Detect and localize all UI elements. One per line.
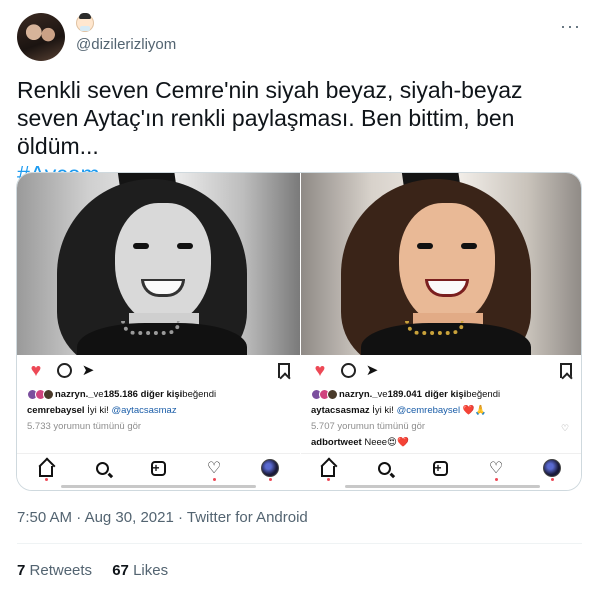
caption-username[interactable]: cemrebaysel xyxy=(27,405,85,416)
tweet-metadata: 7:50 AM · Aug 30, 2021 · Twitter for And… xyxy=(17,509,308,526)
comment-icon[interactable] xyxy=(55,361,73,379)
likes-stat[interactable]: 67 Likes xyxy=(112,562,168,579)
search-icon[interactable] xyxy=(93,459,111,477)
likes-count[interactable]: 185.186 diğer kişi xyxy=(104,389,183,400)
tweet-date[interactable]: Aug 30, 2021 xyxy=(85,509,174,526)
home-icon[interactable] xyxy=(319,459,337,477)
retweets-label: Retweets xyxy=(29,562,93,579)
view-comments-link[interactable]: 5.733 yorumun tümünü gör xyxy=(27,421,141,432)
gesture-bar xyxy=(61,485,256,488)
necklace-shape xyxy=(121,321,181,335)
notification-dot xyxy=(327,478,330,481)
like-heart-icon[interactable]: ♥ xyxy=(27,360,45,380)
likes-count-total: 67 xyxy=(112,562,129,579)
notification-dot xyxy=(495,478,498,481)
send-icon[interactable]: ➤ xyxy=(79,361,97,379)
comment-username[interactable]: adbortweet xyxy=(311,437,362,448)
view-comments-link[interactable]: 5.707 yorumun tümünü gör xyxy=(311,421,425,432)
activity-heart-icon[interactable]: ♡ xyxy=(205,459,223,477)
post-actions: ♥ ➤ xyxy=(301,359,581,383)
notification-dot xyxy=(551,478,554,481)
likes-count[interactable]: 189.041 diğer kişi xyxy=(388,389,467,400)
comment: adbortweet Neee😍❤️ xyxy=(311,437,409,448)
caption-mention[interactable]: @aytacsasmaz xyxy=(112,405,177,416)
comment-text: Neee😍❤️ xyxy=(361,437,409,448)
instagram-post-right[interactable]: ♥ ➤ nazryn._ ve 189.041 diğer kişi beğen… xyxy=(301,173,581,490)
likes-connector: ve xyxy=(377,388,388,400)
person-emoji-icon xyxy=(76,13,94,32)
tweet-source[interactable]: Twitter for Android xyxy=(187,509,308,526)
notification-dot xyxy=(213,478,216,481)
post-caption: cemrebaysel İyi ki! @aytacsasmaz xyxy=(27,405,177,416)
add-post-icon[interactable]: + xyxy=(149,459,167,477)
eye-shape xyxy=(417,243,433,249)
search-icon[interactable] xyxy=(375,459,393,477)
selfie-photo-color xyxy=(301,173,581,355)
likes-connector: ve xyxy=(93,388,104,400)
liker-username[interactable]: nazryn._ xyxy=(55,389,94,400)
separator: · xyxy=(72,509,85,526)
tweet-time[interactable]: 7:50 AM xyxy=(17,509,72,526)
author-handle[interactable]: @dizilerizliyom xyxy=(76,36,176,53)
notification-dot xyxy=(45,478,48,481)
more-options-icon[interactable]: ··· xyxy=(560,16,581,37)
eye-shape xyxy=(177,243,193,249)
tweet-media[interactable]: ♥ ➤ nazryn._ ve 185.186 diğer kişi beğen… xyxy=(16,172,582,491)
liker-avatars xyxy=(27,388,54,400)
caption-mention[interactable]: @cemrebaysel xyxy=(397,405,461,416)
home-icon[interactable] xyxy=(37,459,55,477)
send-icon[interactable]: ➤ xyxy=(363,361,381,379)
comment-icon[interactable] xyxy=(339,361,357,379)
activity-heart-icon[interactable]: ♡ xyxy=(487,459,505,477)
tweet-stats: 7 Retweets 67 Likes xyxy=(17,562,184,579)
likes-summary: nazryn._ ve 189.041 diğer kişi beğendi xyxy=(311,387,581,401)
post-actions: ♥ ➤ xyxy=(17,359,300,383)
retweets-stat[interactable]: 7 Retweets xyxy=(17,562,92,579)
notification-dot xyxy=(269,478,272,481)
eye-shape xyxy=(461,243,477,249)
retweets-count: 7 xyxy=(17,562,26,579)
instagram-bottom-nav: + ♡ xyxy=(301,453,581,483)
likes-suffix: beğendi xyxy=(182,388,217,400)
author-avatar[interactable] xyxy=(17,13,65,61)
tweet-body: Renkli seven Cemre'nin siyah beyaz, siya… xyxy=(17,77,523,159)
necklace-shape xyxy=(405,321,465,335)
bookmark-icon[interactable] xyxy=(275,361,293,379)
profile-icon[interactable] xyxy=(543,459,561,477)
divider xyxy=(17,543,582,544)
likes-label: Likes xyxy=(133,562,169,579)
post-caption: aytacsasmaz İyi ki! @cemrebaysel ❤️🙏 xyxy=(311,405,486,416)
add-post-icon[interactable]: + xyxy=(431,459,449,477)
liker-username[interactable]: nazryn._ xyxy=(339,389,378,400)
caption-username[interactable]: aytacsasmaz xyxy=(311,405,370,416)
instagram-bottom-nav: + ♡ xyxy=(17,453,300,483)
likes-suffix: beğendi xyxy=(466,388,501,400)
face-shape xyxy=(115,203,211,325)
comment-like-icon[interactable]: ♡ xyxy=(561,423,569,434)
separator: · xyxy=(173,509,187,526)
liker-avatars xyxy=(311,388,338,400)
like-heart-icon[interactable]: ♥ xyxy=(311,360,329,380)
tweet: @dizilerizliyom ··· Renkli seven Cemre'n… xyxy=(0,0,598,594)
likes-summary: nazryn._ ve 185.186 diğer kişi beğendi xyxy=(27,387,297,401)
selfie-photo-bw xyxy=(17,173,300,355)
face-shape xyxy=(399,203,495,325)
caption-text: İyi ki! xyxy=(84,405,112,416)
instagram-post-left[interactable]: ♥ ➤ nazryn._ ve 185.186 diğer kişi beğen… xyxy=(17,173,300,490)
eye-shape xyxy=(133,243,149,249)
gesture-bar xyxy=(345,485,540,488)
caption-emoji: ❤️🙏 xyxy=(460,405,487,416)
caption-text: İyi ki! xyxy=(369,405,397,416)
profile-icon[interactable] xyxy=(261,459,279,477)
bookmark-icon[interactable] xyxy=(557,361,575,379)
